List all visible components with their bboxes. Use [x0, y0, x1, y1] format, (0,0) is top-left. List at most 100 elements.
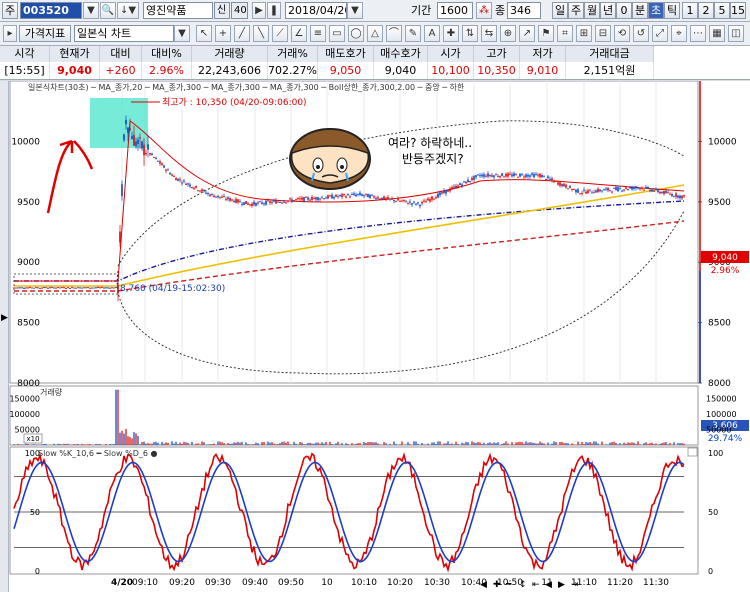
candle-body [441, 192, 443, 194]
drawing-tool-icon-23[interactable]: ↺ [633, 25, 649, 42]
volume-bar [211, 444, 213, 445]
volume-bar [59, 444, 61, 445]
scroll-control-icon-1[interactable]: ✚ [493, 580, 501, 590]
timeframe-11[interactable]: 15 [730, 2, 746, 19]
play-icon[interactable]: ▶ [252, 2, 266, 19]
drawing-tool-icon-3[interactable]: ╲ [253, 25, 269, 42]
drawing-tool-icon-12[interactable]: A [424, 25, 440, 42]
volume-bar [311, 443, 313, 445]
drawing-tool-icon-13[interactable]: ✚ [443, 25, 459, 42]
volume-bar [559, 442, 561, 445]
calendar-dropdown-icon[interactable]: ▼ [347, 2, 363, 19]
drawing-tool-icon-7[interactable]: ▭ [329, 25, 345, 42]
drawing-tool-icon-17[interactable]: ↗ [519, 25, 535, 42]
scroll-control-icon-4[interactable]: ⇤ [532, 580, 540, 590]
right-price-tick-3: 8500 [708, 319, 731, 329]
scroll-control-icon-7[interactable]: ⇥ [571, 580, 579, 590]
quote-col-10: 저가 9,010 [520, 46, 566, 80]
drawing-tool-icon-2[interactable]: ╱ [234, 25, 250, 42]
drawing-tool-icon-16[interactable]: ⊕ [500, 25, 516, 42]
pane-collapse-icon[interactable] [687, 447, 698, 457]
volume-pane [9, 385, 699, 446]
drawing-tool-icon-28[interactable]: ◫ [728, 25, 744, 42]
candle-body [61, 287, 63, 289]
candle-body [175, 178, 177, 181]
quote-header-2: 대비 [100, 46, 142, 62]
scroll-control-icon-6[interactable]: ▶ [558, 580, 565, 590]
volume-bar [565, 443, 567, 445]
sort-icon[interactable]: ↓▼ [117, 2, 139, 19]
timeframe-3[interactable]: 년 [600, 2, 616, 19]
volume-bar [401, 441, 403, 445]
drawing-tool-icon-20[interactable]: ⊞ [576, 25, 592, 42]
date-input[interactable]: 2018/04/20 [285, 2, 347, 19]
candle-body [145, 152, 147, 155]
candle-body [353, 193, 355, 196]
candle-body [523, 176, 525, 178]
timeframe-10[interactable]: 5 [714, 2, 730, 19]
candle-body [231, 199, 233, 201]
timeframe-7[interactable]: 틱 [664, 2, 680, 19]
timeframe-9[interactable]: 2 [698, 2, 714, 19]
timeframe-8[interactable]: 1 [682, 2, 698, 19]
left-price-tick-4: 8000 [17, 379, 40, 389]
drawing-tool-icon-6[interactable]: ≡ [310, 25, 326, 42]
drawing-tool-icon-22[interactable]: ⟲ [614, 25, 630, 42]
timeframe-4[interactable]: 0 [616, 2, 632, 19]
timeframe-1[interactable]: 주 [568, 2, 584, 19]
timeframe-2[interactable]: 월 [584, 2, 600, 19]
drawing-tool-icon-5[interactable]: ∠ [291, 25, 307, 42]
scroll-control-icon-5[interactable]: ◀ [545, 580, 552, 590]
bottom-scroll-controls[interactable]: ◀ ✚ ━ ↕ ⇤ ◀ ▶ ⇥ [480, 580, 579, 590]
drawing-tool-icon-24[interactable]: ⤢ [652, 25, 668, 42]
candle-body [641, 187, 643, 189]
candle-body [599, 189, 601, 192]
drawing-tool-icon-18[interactable]: ⚑ [538, 25, 554, 42]
quote-header-7: 매수호가 [374, 46, 428, 62]
candle-body [95, 287, 97, 289]
timeframe-5[interactable]: 분 [632, 2, 648, 19]
candle-body [423, 200, 425, 202]
timeframe-0[interactable]: 일 [552, 2, 568, 19]
timeframe-6[interactable]: 초 [648, 2, 664, 19]
drawing-tool-icon-4[interactable]: ⟋ [272, 25, 288, 42]
candle-body [203, 190, 205, 192]
market-selector[interactable]: 주 [2, 2, 18, 19]
drawing-tool-icon-14[interactable]: ⇅ [462, 25, 478, 42]
scroll-control-icon-3[interactable]: ↕ [519, 580, 527, 590]
volume-bar [595, 441, 597, 445]
drawing-tool-icon-0[interactable]: ↖ [196, 25, 212, 42]
volume-bar [155, 441, 157, 445]
stock-code-input[interactable]: 003520 [20, 2, 82, 19]
scroll-control-icon-2[interactable]: ━ [505, 580, 512, 590]
candle-body [239, 201, 241, 203]
candle-body [597, 188, 599, 193]
volume-bar [621, 444, 623, 445]
volume-bar [329, 441, 331, 445]
drawing-tool-icon-27[interactable]: ▦ [709, 25, 725, 42]
drawing-tool-icon-25[interactable]: ⌖ [671, 25, 687, 42]
volume-bar [247, 444, 249, 445]
expand-icon[interactable]: ▸ [3, 25, 17, 42]
indicator-button[interactable]: 가격지표 [19, 25, 71, 42]
drawing-tool-icon-11[interactable]: ✎ [405, 25, 421, 42]
search-icon[interactable]: 🔍 [100, 2, 116, 19]
chart-type-dropdown-icon[interactable]: ▼ [174, 25, 190, 42]
candle-body [503, 176, 505, 178]
drawing-tool-icon-9[interactable]: △ [367, 25, 383, 42]
period-input[interactable]: 1600 [437, 2, 473, 19]
grid-icon[interactable]: ⁂ [476, 2, 492, 19]
scroll-control-icon-0[interactable]: ◀ [480, 580, 487, 590]
drawing-tool-icon-26[interactable]: ⋯ [690, 25, 706, 42]
drawing-tool-icon-21[interactable]: ⊟ [595, 25, 611, 42]
pause-icon[interactable]: ❚ [267, 2, 281, 19]
drawing-tool-icon-15[interactable]: ⇆ [481, 25, 497, 42]
candle-body [183, 180, 185, 182]
dropdown-arrow-icon[interactable]: ▼ [83, 2, 99, 19]
chart-type-select[interactable]: 일본식 차트 [74, 25, 174, 42]
drawing-tool-icon-19[interactable]: ⌗ [557, 25, 573, 42]
count-input[interactable]: 346 [507, 2, 541, 19]
drawing-tool-icon-10[interactable]: ⌒ [386, 25, 402, 42]
drawing-tool-icon-8[interactable]: ◯ [348, 25, 364, 42]
drawing-tool-icon-1[interactable]: + [215, 25, 231, 42]
